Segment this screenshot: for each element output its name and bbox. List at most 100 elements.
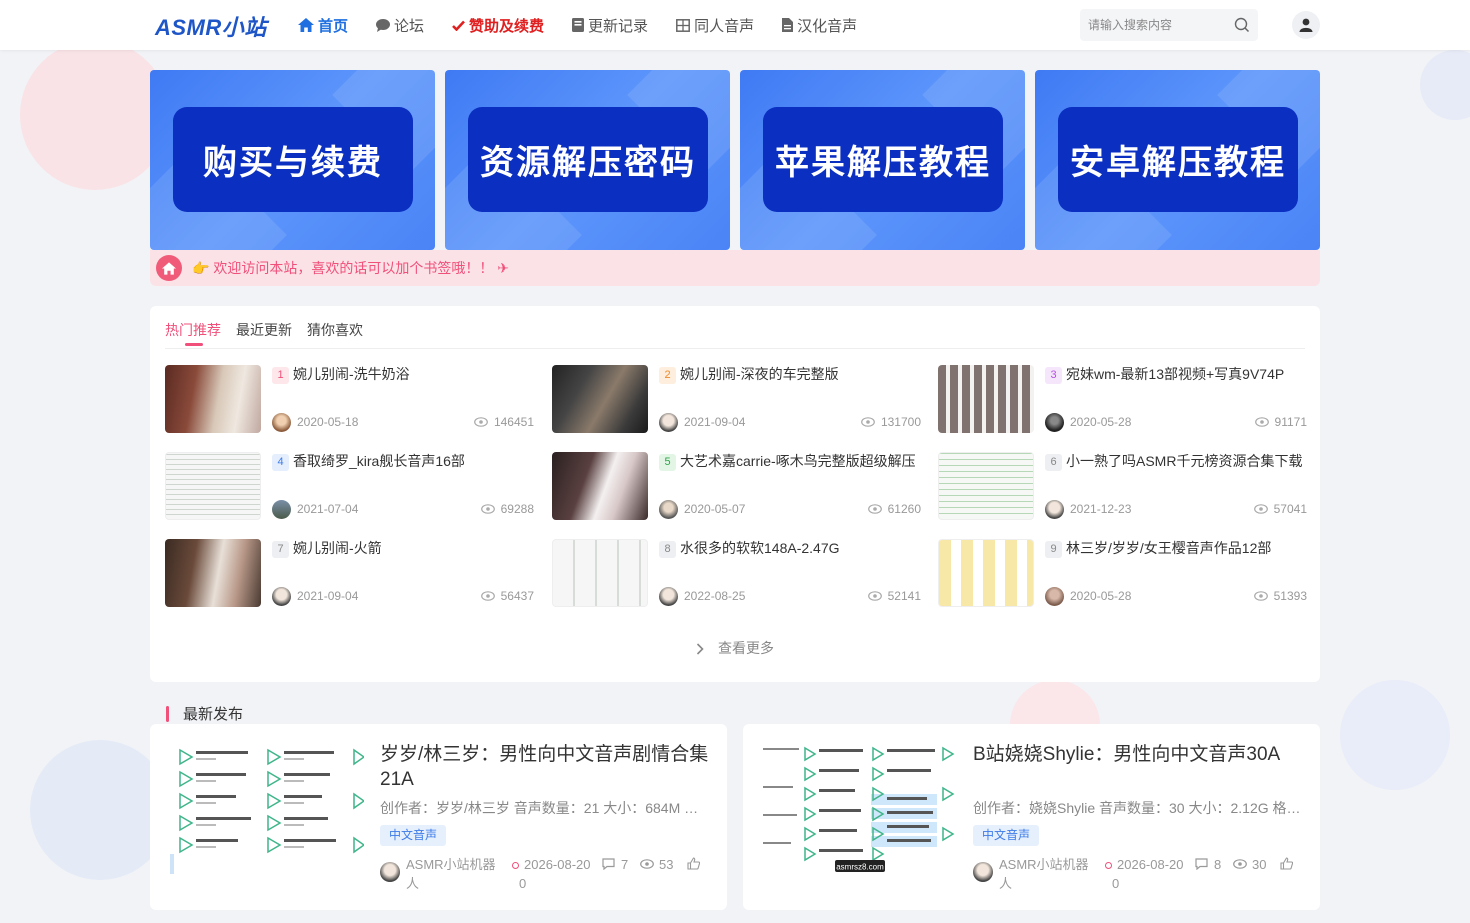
nav-item-home[interactable]: 首页 xyxy=(298,15,348,36)
post-date: 2021-07-04 xyxy=(297,502,359,516)
banner-purchase[interactable]: 购买与续费 xyxy=(150,70,435,250)
hot-item-title-text: 宛妹wm-最新13部视频+写真9V74P xyxy=(1066,366,1285,382)
eye-icon xyxy=(640,859,654,869)
nav-item-forum[interactable]: 论坛 xyxy=(376,15,424,36)
home-icon xyxy=(298,18,314,32)
hot-item-thumbnail[interactable] xyxy=(938,452,1034,520)
view-count: 61260 xyxy=(867,502,921,516)
hot-item-title[interactable]: 7 婉儿别闹-火箭 xyxy=(272,539,534,558)
comment-count: 7 xyxy=(602,855,628,874)
view-count: 51393 xyxy=(1253,589,1307,603)
eye-icon xyxy=(861,417,875,427)
tab-hot[interactable]: 热门推荐 xyxy=(165,320,221,346)
post-date: 2021-09-04 xyxy=(297,589,359,603)
view-count-value: 146451 xyxy=(493,415,534,429)
eye-icon xyxy=(867,591,882,601)
thumbs-up-icon xyxy=(1280,857,1294,870)
avatar xyxy=(1045,499,1064,519)
clock-icon xyxy=(1105,862,1112,869)
category-tag[interactable]: 中文音声 xyxy=(973,825,1040,846)
hot-item-thumbnail[interactable] xyxy=(552,539,648,607)
post-title[interactable]: B站娆娆Shylie：男性向中文音声30A xyxy=(973,742,1303,767)
book-icon xyxy=(572,18,585,32)
view-count: 69288 xyxy=(480,502,534,516)
search-icon[interactable] xyxy=(1234,17,1250,33)
avatar[interactable] xyxy=(380,862,400,882)
hot-item: 2 婉儿别闹-深夜的车完整版 2021-09-04 131700 xyxy=(552,365,922,433)
hot-item-thumbnail[interactable] xyxy=(165,539,261,607)
hot-item-title[interactable]: 5 大艺术嘉carrie-啄木鸟完整版超级解压 xyxy=(659,452,921,471)
hot-item-meta: 2020-05-28 91171 xyxy=(1045,412,1307,432)
nav-item-doujin-voice[interactable]: 同人音声 xyxy=(676,15,754,36)
section-title-latest: 最新发布 xyxy=(166,703,243,724)
hot-item-title[interactable]: 4 香取绮罗_kira舰长音声16部 xyxy=(272,452,534,471)
hot-item-thumbnail[interactable] xyxy=(165,452,261,520)
tab-recent[interactable]: 最近更新 xyxy=(236,320,292,346)
background-circle xyxy=(20,40,170,190)
banner-ios-tutorial[interactable]: 苹果解压教程 xyxy=(740,70,1025,250)
tab-guess[interactable]: 猜你喜欢 xyxy=(307,320,363,346)
hot-item-title[interactable]: 9 林三岁/岁岁/女王樱音声作品12部 xyxy=(1045,539,1307,558)
hot-item-thumbnail[interactable] xyxy=(552,452,648,520)
hot-item-title[interactable]: 3 宛妹wm-最新13部视频+写真9V74P xyxy=(1045,365,1307,384)
nav-label: 同人音声 xyxy=(694,17,755,35)
nav-item-sponsor[interactable]: 赞助及续费 xyxy=(452,15,544,36)
home-icon xyxy=(156,255,182,281)
hot-item-title[interactable]: 8 水很多的软软148A-2.47G xyxy=(659,539,921,558)
site-logo[interactable]: ASMR小站 xyxy=(155,10,267,42)
avatar[interactable] xyxy=(973,862,993,882)
nav-item-translated-voice[interactable]: 汉化音声 xyxy=(782,15,857,36)
view-more-label: 查看更多 xyxy=(718,640,774,656)
banner-row: 购买与续费 资源解压密码 苹果解压教程 安卓解压教程 xyxy=(150,70,1320,250)
banner-password[interactable]: 资源解压密码 xyxy=(445,70,730,250)
section-title-text: 最新发布 xyxy=(183,706,244,723)
hot-item-thumbnail[interactable] xyxy=(552,365,648,433)
hot-item: 7 婉儿别闹-火箭 2021-09-04 56437 xyxy=(165,539,535,607)
hot-item: 8 水很多的软软148A-2.47G 2022-08-25 52141 xyxy=(552,539,922,607)
nav-item-changelog[interactable]: 更新记录 xyxy=(572,15,648,36)
search-input[interactable] xyxy=(1080,9,1220,41)
hot-item-meta: 2021-09-04 131700 xyxy=(659,412,921,432)
post-date: 2022-08-25 xyxy=(684,589,746,603)
like-count[interactable] xyxy=(1280,855,1294,874)
view-count: 53 xyxy=(640,855,673,874)
hot-item-meta: 2020-05-28 51393 xyxy=(1045,586,1307,606)
post-date: 2026-08-20 xyxy=(1105,855,1187,874)
post-thumbnail[interactable]: asmrsz8.com xyxy=(761,742,957,876)
post-title[interactable]: 岁岁/林三岁：男性向中文音声剧情合集21A xyxy=(380,742,710,792)
view-count: 91171 xyxy=(1254,415,1307,429)
nav-label: 论坛 xyxy=(394,17,425,35)
hot-item-title[interactable]: 2 婉儿别闹-深夜的车完整版 xyxy=(659,365,921,384)
avatar xyxy=(659,586,678,606)
comment-icon xyxy=(602,858,615,871)
hot-item-thumbnail[interactable] xyxy=(165,365,261,433)
hot-item-meta: 2020-05-18 146451 xyxy=(272,412,534,432)
like-count[interactable] xyxy=(687,855,701,874)
watermark-text: asmrsz8.com xyxy=(836,863,884,872)
hot-tabs: 热门推荐 最近更新 猜你喜欢 xyxy=(165,320,378,346)
post-description: 创作者：岁岁/林三岁 音声数量：21 大小：684M 格式：MP3 xyxy=(380,800,710,816)
view-count: 30 xyxy=(1233,855,1266,874)
view-count-value: 52141 xyxy=(887,589,921,603)
author-name[interactable]: ASMR小站机器人 xyxy=(999,855,1095,893)
user-avatar-button[interactable] xyxy=(1292,11,1320,39)
chat-bubble-icon xyxy=(376,18,391,32)
hot-item-title[interactable]: 1 婉儿别闹-洗牛奶浴 xyxy=(272,365,534,384)
banner-android-tutorial[interactable]: 安卓解压教程 xyxy=(1035,70,1320,250)
rank-badge: 2 xyxy=(659,367,676,384)
post-meta: ASMR小站机器人 2026-08-20 8 30 0 xyxy=(973,855,1303,891)
hot-item-thumbnail[interactable] xyxy=(938,365,1034,433)
eye-icon xyxy=(1253,591,1268,601)
hot-item: 5 大艺术嘉carrie-啄木鸟完整版超级解压 2020-05-07 61260 xyxy=(552,452,922,520)
author-name[interactable]: ASMR小站机器人 xyxy=(406,855,502,893)
hot-item-meta: 2021-12-23 57041 xyxy=(1045,499,1307,519)
category-tag[interactable]: 中文音声 xyxy=(380,825,447,846)
post-card: asmrsz8.com B站娆娆Shylie：男性向中文音声30A 创作者：娆娆… xyxy=(743,724,1320,910)
hot-item-thumbnail[interactable] xyxy=(938,539,1034,607)
post-thumbnail[interactable] xyxy=(168,742,364,876)
post-date: 2026-08-20 xyxy=(512,855,594,874)
hot-item-title[interactable]: 6 小一熟了吗ASMR千元榜资源合集下载 xyxy=(1045,452,1307,471)
avatar xyxy=(272,586,291,606)
view-more-link[interactable]: 查看更多 xyxy=(150,638,1320,658)
rank-badge: 5 xyxy=(659,454,676,471)
